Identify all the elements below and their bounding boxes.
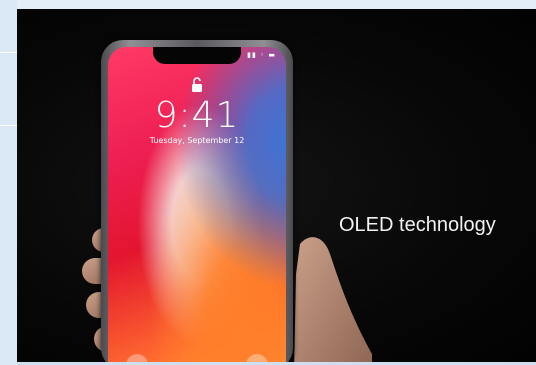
divider [0, 52, 17, 53]
top-margin-strip [17, 0, 536, 9]
lock-open-icon [192, 77, 202, 92]
left-margin-strip [0, 0, 17, 365]
lock-screen: ▮▮ ◦ ▬ 9:41 Tuesday, September 12 [108, 47, 286, 362]
notch [153, 47, 241, 64]
flashlight-icon[interactable] [126, 354, 148, 362]
lock-screen-time: 9:41 [154, 95, 240, 136]
phone-device: ▮▮ ◦ ▬ 9:41 Tuesday, September 12 [101, 40, 293, 362]
divider [0, 125, 17, 126]
presentation-photo: ▮▮ ◦ ▬ 9:41 Tuesday, September 12 OLED t… [17, 9, 536, 362]
slide-caption: OLED technology [339, 214, 496, 236]
camera-icon[interactable] [246, 354, 268, 362]
lock-screen-date: Tuesday, September 12 [149, 136, 245, 145]
status-bar-icons: ▮▮ ◦ ▬ [247, 51, 276, 59]
